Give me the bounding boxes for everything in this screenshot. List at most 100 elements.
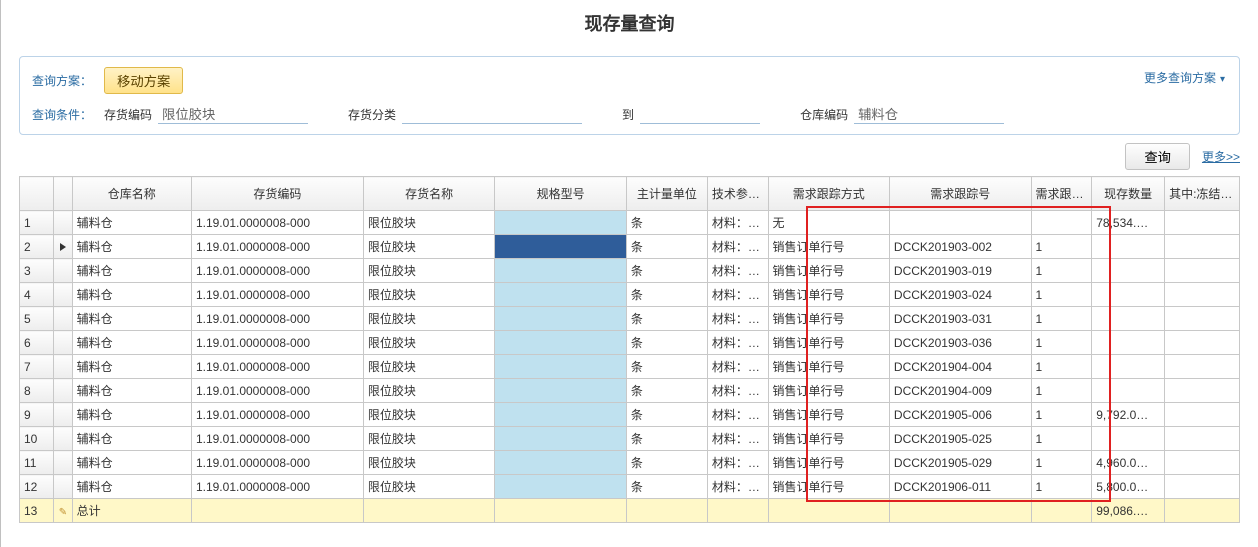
cell-name: 限位胶块 xyxy=(363,283,495,307)
cell-idx: 5 xyxy=(20,307,54,331)
col-code-header[interactable]: 存货编码 xyxy=(191,177,363,211)
cell-dtm: 销售订单行号 xyxy=(768,259,889,283)
cell-qty xyxy=(1092,331,1165,355)
cell-wh: 辅料仓 xyxy=(72,451,191,475)
cell-idx: 7 xyxy=(20,355,54,379)
plan-button[interactable]: 移动方案 xyxy=(104,67,183,94)
table-row[interactable]: 7辅料仓1.19.01.0000008-000限位胶块条材料：K…销售订单行号D… xyxy=(20,355,1240,379)
cell-dtn: DCCK201905-025 xyxy=(889,427,1031,451)
plan-label: 查询方案： xyxy=(32,72,92,89)
col-tech-header[interactable]: 技术参数1 xyxy=(707,177,768,211)
cell-qty xyxy=(1092,235,1165,259)
table-row[interactable]: 3辅料仓1.19.01.0000008-000限位胶块条材料：K…销售订单行号D… xyxy=(20,259,1240,283)
cell-dtm: 销售订单行号 xyxy=(768,283,889,307)
cell-spec[interactable] xyxy=(495,451,627,475)
cell-frz xyxy=(1165,307,1240,331)
cell-name: 限位胶块 xyxy=(363,211,495,235)
more-link[interactable]: 更多>> xyxy=(1202,148,1240,165)
cell-frz xyxy=(1165,211,1240,235)
table-row[interactable]: 10辅料仓1.19.01.0000008-000限位胶块条材料：K…销售订单行号… xyxy=(20,427,1240,451)
wh-code-input[interactable] xyxy=(854,104,1004,124)
cell-qty xyxy=(1092,307,1165,331)
cell-dtl: 1 xyxy=(1031,331,1092,355)
cell-spec[interactable] xyxy=(495,307,627,331)
table-row[interactable]: 6辅料仓1.19.01.0000008-000限位胶块条材料：K…销售订单行号D… xyxy=(20,331,1240,355)
cell-spec[interactable] xyxy=(495,283,627,307)
col-mark-header[interactable] xyxy=(54,177,72,211)
cell-dtn: DCCK201903-002 xyxy=(889,235,1031,259)
cell-name: 限位胶块 xyxy=(363,451,495,475)
col-dtl-header[interactable]: 需求跟踪行号 xyxy=(1031,177,1092,211)
cell-spec[interactable] xyxy=(495,331,627,355)
cell-dtm: 销售订单行号 xyxy=(768,235,889,259)
col-dtm-header[interactable]: 需求跟踪方式 xyxy=(768,177,889,211)
cell-spec[interactable] xyxy=(495,355,627,379)
inv-cat-input[interactable] xyxy=(402,104,582,124)
cell-unit: 条 xyxy=(626,451,707,475)
cell-wh: 辅料仓 xyxy=(72,427,191,451)
col-qty-header[interactable]: 现存数量 xyxy=(1092,177,1165,211)
cell-tech: 材料：K… xyxy=(707,331,768,355)
cell-spec[interactable] xyxy=(495,475,627,499)
query-button[interactable]: 查询 xyxy=(1125,143,1190,170)
cell-qty: 9,792.0… xyxy=(1092,403,1165,427)
cell-spec[interactable] xyxy=(495,235,627,259)
cell-frz xyxy=(1165,451,1240,475)
cell-dtl: 1 xyxy=(1031,379,1092,403)
cell-qty: 4,960.0… xyxy=(1092,451,1165,475)
table-row[interactable]: 4辅料仓1.19.01.0000008-000限位胶块条材料：K…销售订单行号D… xyxy=(20,283,1240,307)
col-name-header[interactable]: 存货名称 xyxy=(363,177,495,211)
cell-dtl: 1 xyxy=(1031,283,1092,307)
inv-code-input[interactable] xyxy=(158,104,308,124)
cell-dtl: 1 xyxy=(1031,355,1092,379)
col-idx-header[interactable] xyxy=(20,177,54,211)
col-dtn-header[interactable]: 需求跟踪号 xyxy=(889,177,1031,211)
col-frz-header[interactable]: 其中:冻结数量 xyxy=(1165,177,1240,211)
cell-spec[interactable] xyxy=(495,403,627,427)
table-row[interactable]: 11辅料仓1.19.01.0000008-000限位胶块条材料：K…销售订单行号… xyxy=(20,451,1240,475)
wh-code-label: 仓库编码 xyxy=(800,106,848,123)
cell-frz xyxy=(1165,283,1240,307)
cell-total-qty: 99,086.… xyxy=(1092,499,1165,523)
col-unit-header[interactable]: 主计量单位 xyxy=(626,177,707,211)
col-spec-header[interactable]: 规格型号 xyxy=(495,177,627,211)
cell-tech: 材料：K… xyxy=(707,355,768,379)
cell-name: 限位胶块 xyxy=(363,355,495,379)
cell-code: 1.19.01.0000008-000 xyxy=(191,307,363,331)
cell-idx: 12 xyxy=(20,475,54,499)
cell-code: 1.19.01.0000008-000 xyxy=(191,427,363,451)
cell-wh: 辅料仓 xyxy=(72,211,191,235)
col-wh-header[interactable]: 仓库名称 xyxy=(72,177,191,211)
cell-qty: 78,534.… xyxy=(1092,211,1165,235)
cell-code: 1.19.01.0000008-000 xyxy=(191,475,363,499)
cell-code: 1.19.01.0000008-000 xyxy=(191,355,363,379)
cell-dtn: DCCK201903-024 xyxy=(889,283,1031,307)
table-row[interactable]: 2辅料仓1.19.01.0000008-000限位胶块条材料：K…销售订单行号D… xyxy=(20,235,1240,259)
cell-spec[interactable] xyxy=(495,259,627,283)
cell-mark xyxy=(54,283,72,307)
table-row[interactable]: 5辅料仓1.19.01.0000008-000限位胶块条材料：K…销售订单行号D… xyxy=(20,307,1240,331)
cell-spec[interactable] xyxy=(495,427,627,451)
cell-dtl: 1 xyxy=(1031,307,1092,331)
cell-spec[interactable] xyxy=(495,211,627,235)
cell-tech: 材料：K… xyxy=(707,211,768,235)
table-row[interactable]: 1辅料仓1.19.01.0000008-000限位胶块条材料：K…无78,534… xyxy=(20,211,1240,235)
more-plans-link[interactable]: 更多查询方案 xyxy=(1144,69,1225,86)
table-row[interactable]: 8辅料仓1.19.01.0000008-000限位胶块条材料：K…销售订单行号D… xyxy=(20,379,1240,403)
cell-code: 1.19.01.0000008-000 xyxy=(191,403,363,427)
cell-dtm: 销售订单行号 xyxy=(768,451,889,475)
cell-unit: 条 xyxy=(626,403,707,427)
cell-mark xyxy=(54,475,72,499)
cell-spec[interactable] xyxy=(495,379,627,403)
cell-unit: 条 xyxy=(626,283,707,307)
cell-name: 限位胶块 xyxy=(363,235,495,259)
cell-frz xyxy=(1165,235,1240,259)
cell-idx: 8 xyxy=(20,379,54,403)
cell-mark xyxy=(54,451,72,475)
cell-mark xyxy=(54,307,72,331)
table-row[interactable]: 12辅料仓1.19.01.0000008-000限位胶块条材料：K…销售订单行号… xyxy=(20,475,1240,499)
cell-code: 1.19.01.0000008-000 xyxy=(191,451,363,475)
cell-wh: 辅料仓 xyxy=(72,283,191,307)
to-input[interactable] xyxy=(640,104,760,124)
table-row[interactable]: 9辅料仓1.19.01.0000008-000限位胶块条材料：K…销售订单行号D… xyxy=(20,403,1240,427)
